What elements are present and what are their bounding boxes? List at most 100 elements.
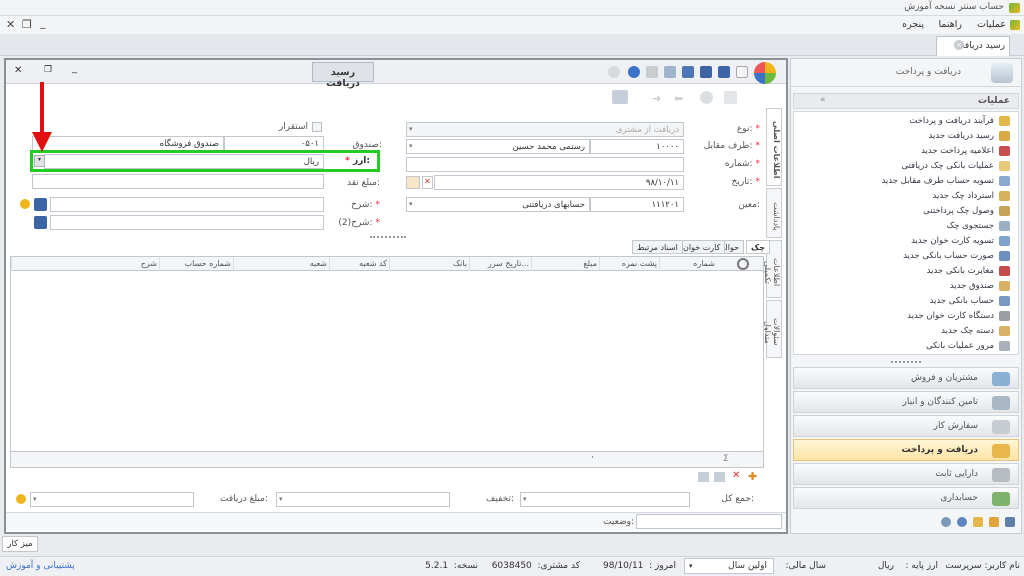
ops-item[interactable]: عملیات بانکی چک دریافتی — [794, 159, 1018, 173]
number-field[interactable] — [406, 157, 684, 172]
tab-main-info[interactable]: اطلاعات اصلی — [766, 108, 782, 186]
counterparty-code-field[interactable]: ۱۰۰۰۰ — [590, 139, 684, 154]
ops-item[interactable]: وصول چک پرداختنی — [794, 204, 1018, 218]
ops-item[interactable]: استرداد چک جدید — [794, 189, 1018, 203]
currency-dropdown-icon[interactable]: ▾ — [34, 155, 45, 167]
ops-item[interactable]: فرآیند دریافت و پرداخت — [794, 114, 1018, 128]
esteghrar-checkbox[interactable] — [312, 122, 322, 132]
print-icon[interactable] — [664, 66, 676, 78]
description-warning-icon[interactable] — [20, 199, 30, 209]
form-minimize-icon[interactable]: _ — [72, 63, 77, 74]
panel-splitter[interactable] — [891, 361, 921, 364]
nav-accounting[interactable]: حسابداری — [793, 487, 1019, 509]
col-number[interactable]: شماره — [659, 257, 715, 271]
footer-icon-1[interactable] — [941, 517, 951, 527]
cash-amount-field[interactable] — [32, 174, 324, 189]
col-bank[interactable]: بانک — [389, 257, 467, 271]
fiscal-year-select[interactable]: اولین سال ▾ — [684, 558, 774, 574]
description-save-icon[interactable] — [34, 198, 47, 211]
calc-row-icon[interactable] — [698, 472, 709, 482]
ops-item[interactable]: دستگاه کارت خوان جدید — [794, 309, 1018, 323]
description-field[interactable] — [50, 197, 324, 212]
nav-receive-pay[interactable]: دریافت و پرداخت — [793, 439, 1019, 461]
duplicate-icon[interactable] — [724, 91, 737, 104]
col-back-number[interactable]: پشت نمره — [599, 257, 657, 271]
counterparty-name-select[interactable]: رستمی محمد حسین ▾ — [406, 139, 590, 154]
menu-help[interactable]: راهنما — [939, 19, 963, 30]
description2-save-icon[interactable] — [34, 216, 47, 229]
tab-receipt[interactable]: رسید دریافت — [936, 36, 1010, 56]
footer-icon-4[interactable] — [989, 517, 999, 527]
form-close-icon[interactable]: ✕ — [14, 65, 22, 76]
clear-date-icon[interactable]: ✕ — [422, 176, 433, 189]
ops-item[interactable]: اعلامیه پرداخت جدید — [794, 144, 1018, 158]
support-link[interactable]: پشتیبانی و آموزش — [6, 561, 75, 571]
tab-cheque[interactable]: چک — [746, 240, 770, 254]
ops-item[interactable]: صورت حساب بانکی جدید — [794, 249, 1018, 263]
ops-item[interactable]: مرور عملیات بانکی — [794, 339, 1018, 353]
tab-card-reader[interactable]: کارت خوان — [678, 240, 726, 254]
footer-icon-3[interactable] — [973, 517, 983, 527]
col-description[interactable]: شرح — [11, 257, 157, 271]
nav-fixed-assets[interactable]: دارایی ثابت — [793, 463, 1019, 485]
nav-suppliers-warehouse[interactable]: تامین کنندگان و انبار — [793, 391, 1019, 413]
cashbox-code-field[interactable]: ۰۵۰۱ — [224, 136, 324, 151]
col-amount[interactable]: مبلغ — [531, 257, 597, 271]
grid-search-icon[interactable] — [737, 258, 749, 270]
minimize-icon[interactable]: _ — [40, 16, 46, 29]
col-branch[interactable]: شعبه — [233, 257, 327, 271]
printer-icon[interactable] — [612, 90, 628, 104]
cashbox-name-field[interactable]: صندوق فروشگاه — [32, 136, 224, 151]
menu-operations[interactable]: عملیات — [977, 19, 1006, 30]
save-new-icon[interactable] — [682, 66, 694, 78]
col-account-number[interactable]: شماره حساب — [159, 257, 231, 271]
moein-name-select[interactable]: حسابهای دریافتنی ▾ — [406, 197, 590, 212]
splitter-handle[interactable] — [370, 236, 406, 239]
ops-item[interactable]: تسویه کارت خوان جدید — [794, 234, 1018, 248]
next-icon[interactable]: ➜ — [652, 92, 661, 105]
collapse-icon[interactable]: « — [820, 95, 826, 105]
new-document-icon[interactable] — [736, 66, 748, 78]
save-icon[interactable] — [700, 66, 712, 78]
ops-item[interactable]: مغایرت بانکی جدید — [794, 264, 1018, 278]
ops-item[interactable]: حساب بانکی جدید — [794, 294, 1018, 308]
received-field[interactable]: ▾ — [30, 492, 194, 507]
ops-item[interactable]: جستجوی چک — [794, 219, 1018, 233]
tab-desktop[interactable]: میز کار — [2, 536, 38, 552]
ops-section-header[interactable]: عملیات « — [793, 93, 1019, 109]
calendar-icon[interactable] — [406, 176, 420, 189]
date-field[interactable]: ۹۸/۱۰/۱۱ — [434, 175, 684, 190]
description2-field[interactable] — [50, 215, 324, 230]
delete-row-icon[interactable]: ✕ — [732, 470, 740, 481]
add-row-icon[interactable]: ✚ — [748, 470, 757, 483]
info-icon[interactable] — [628, 66, 640, 78]
tab-faq[interactable]: سئوالات متداول — [763, 300, 782, 358]
restore-icon[interactable]: ❐ — [22, 18, 32, 31]
tab-close-icon[interactable]: × — [954, 40, 964, 50]
save-close-icon[interactable] — [718, 66, 730, 78]
close-icon[interactable]: ✕ — [6, 18, 15, 31]
copy-row-icon[interactable] — [714, 472, 725, 482]
ops-item[interactable]: رسید دریافت جدید — [794, 129, 1018, 143]
footer-icon-2[interactable] — [957, 517, 967, 527]
tab-notes[interactable]: یادداشت — [766, 188, 782, 238]
ops-item[interactable]: دسته چک جدید — [794, 324, 1018, 338]
settings-icon[interactable] — [646, 66, 658, 78]
footer-icon-5[interactable] — [1005, 517, 1015, 527]
discount-field[interactable]: ▾ — [276, 492, 450, 507]
col-branch-code[interactable]: کد شعبه — [329, 257, 387, 271]
col-due-date[interactable]: تاریخ سرر... — [469, 257, 529, 271]
menu-window[interactable]: پنجره — [902, 19, 924, 30]
ops-item[interactable]: صندوق جدید — [794, 279, 1018, 293]
moein-code-field[interactable]: ۱۱۱۲۰۱ — [590, 197, 684, 212]
form-restore-icon[interactable]: ❐ — [44, 65, 52, 75]
delete-doc-icon[interactable] — [700, 91, 713, 104]
type-select[interactable]: دریافت از مشتری ▾ — [406, 122, 684, 137]
currency-select[interactable]: ریال — [44, 154, 324, 169]
previous-icon[interactable]: ⬅ — [674, 92, 683, 105]
tab-related-docs[interactable]: اسناد مرتبط — [632, 240, 683, 254]
nav-customers-sales[interactable]: مشتریان و فروش — [793, 367, 1019, 389]
ops-item[interactable]: تسویه حساب طرف مقابل جدید — [794, 174, 1018, 188]
help-icon[interactable] — [608, 66, 620, 78]
nav-work-order[interactable]: سفارش کار — [793, 415, 1019, 437]
